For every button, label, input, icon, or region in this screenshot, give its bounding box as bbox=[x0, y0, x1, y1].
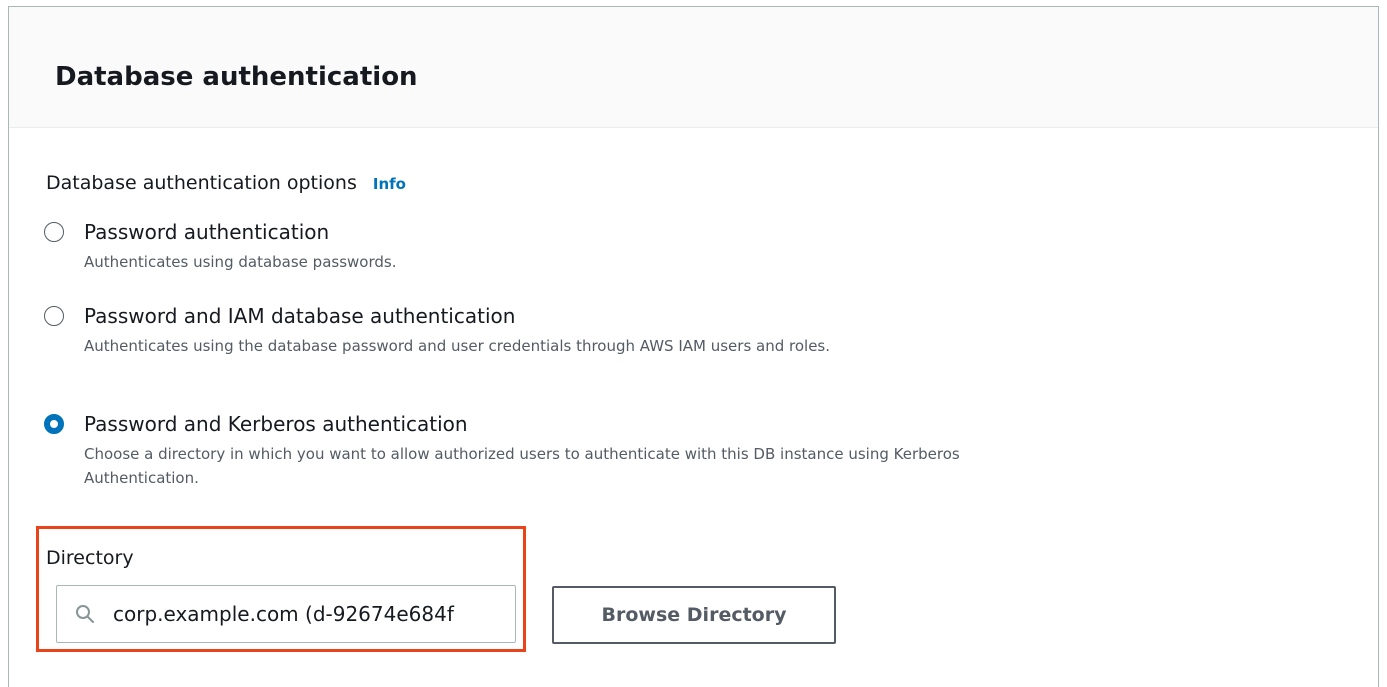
info-link[interactable]: Info bbox=[373, 175, 406, 193]
search-icon bbox=[75, 604, 95, 624]
radio-description-password: Authenticates using database passwords. bbox=[84, 253, 397, 271]
radio-description-password-iam: Authenticates using the database passwor… bbox=[84, 337, 831, 355]
directory-search-input[interactable]: corp.example.com (d-92674e684f bbox=[56, 585, 516, 643]
radio-title-password-kerberos: Password and Kerberos authentication bbox=[84, 412, 468, 436]
radio-description-password-kerberos: Choose a directory in which you want to … bbox=[84, 445, 960, 487]
radio-title-password: Password authentication bbox=[84, 220, 330, 244]
directory-label: Directory bbox=[46, 547, 134, 569]
directory-search-value[interactable]: corp.example.com (d-92674e684f bbox=[113, 600, 513, 628]
auth-options-label: Database authentication options Info bbox=[46, 170, 406, 197]
browse-directory-button[interactable]: Browse Directory bbox=[552, 586, 836, 644]
radio-button-password-iam[interactable] bbox=[44, 306, 64, 326]
auth-options-label-text: Database authentication options bbox=[46, 172, 357, 194]
radio-button-password-kerberos[interactable] bbox=[44, 414, 64, 434]
radio-button-password[interactable] bbox=[44, 222, 64, 242]
panel-title: Database authentication bbox=[55, 62, 418, 92]
panel-header: Database authentication bbox=[9, 7, 1378, 128]
radio-title-password-iam: Password and IAM database authentication bbox=[84, 304, 516, 328]
